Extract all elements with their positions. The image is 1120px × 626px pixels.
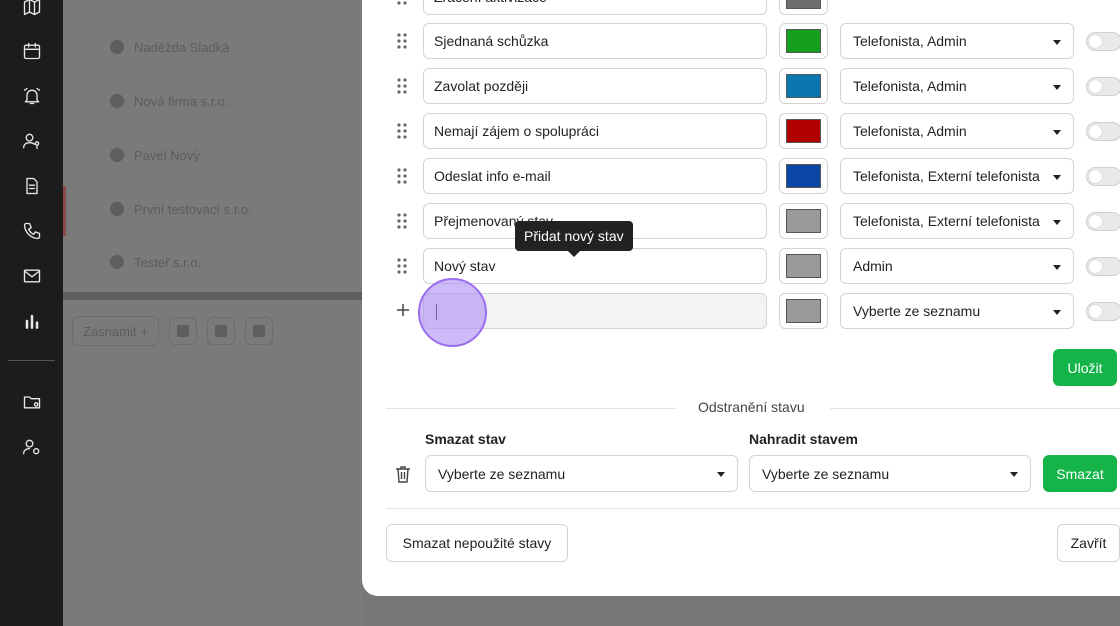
state-name-input[interactable] [423,113,767,149]
state-row: Telefonista, Externí telefonista [362,158,1120,194]
chevron-down-icon [1053,40,1061,45]
background-row: Nová firma s.r.o. [110,91,229,111]
background-tool-icon [169,317,198,345]
delete-state-label: Smazat stav [425,431,506,447]
calendar-icon[interactable] [20,39,44,63]
chevron-down-icon [1010,472,1018,477]
trash-icon [395,465,411,483]
drag-handle-icon[interactable] [397,168,407,184]
removal-section-title: Odstranění stavu [698,399,805,415]
background-scrollbar [63,292,363,300]
state-toggle[interactable] [1086,122,1120,141]
mail-icon[interactable] [20,264,44,288]
background-tool-icon [245,317,274,345]
chevron-down-icon [1053,310,1061,315]
bar-chart-icon[interactable] [20,309,44,333]
state-row: Telefonista, Admin [362,113,1120,149]
state-color-picker[interactable] [779,248,828,284]
user-settings-icon[interactable] [20,435,44,459]
state-name-input[interactable] [423,68,767,104]
state-color-picker[interactable] [779,68,828,104]
drag-handle-icon[interactable] [397,213,407,229]
state-color-picker[interactable] [779,158,828,194]
state-color-picker[interactable] [779,293,828,329]
state-row: Telefonista, Admin [362,23,1120,59]
state-color-picker[interactable] [779,0,828,15]
map-icon[interactable] [20,0,44,19]
state-row: Admin [362,248,1120,284]
state-color-picker[interactable] [779,23,828,59]
app-sidebar [0,0,63,626]
drag-handle-icon[interactable] [397,78,407,94]
state-toggle[interactable] [1086,167,1120,186]
state-row: Telefonista, Externí telefonista [362,203,1120,239]
chevron-down-icon [1053,265,1061,270]
drag-handle-icon[interactable] [397,33,407,49]
background-tool-icon [207,317,236,345]
delete-state-button[interactable]: Smazat [1043,455,1117,492]
chevron-down-icon [717,472,725,477]
state-color-picker[interactable] [779,113,828,149]
section-divider [830,408,1120,409]
state-roles-select[interactable]: Telefonista, Admin [840,113,1074,149]
state-roles-select[interactable]: Vyberte ze seznamu [840,293,1074,329]
add-state-tooltip: Přidat nový stav [515,221,633,257]
state-row-partial [362,0,1120,15]
save-button[interactable]: Uložit [1053,349,1117,386]
alarm-bell-icon[interactable] [20,84,44,108]
state-color-picker[interactable] [779,203,828,239]
state-row: Telefonista, Admin [362,68,1120,104]
background-row: Testeř s.r.o. [110,252,201,272]
drag-handle-icon[interactable] [397,0,407,5]
add-state-icon[interactable] [395,302,411,318]
document-icon[interactable] [20,174,44,198]
replace-state-label: Nahradit stavem [749,431,858,447]
drag-handle-icon[interactable] [397,258,407,274]
state-roles-select[interactable]: Telefonista, Externí telefonista [840,158,1074,194]
chevron-down-icon [1053,175,1061,180]
delete-unused-states-button[interactable]: Smazat nepoužité stavy [386,524,568,562]
background-row: Pavel Nový [110,145,200,165]
click-indicator [418,278,487,347]
state-toggle[interactable] [1086,257,1120,276]
delete-state-select[interactable]: Vyberte ze seznamu [425,455,738,492]
state-toggle[interactable] [1086,32,1120,51]
state-roles-select[interactable]: Telefonista, Externí telefonista [840,203,1074,239]
state-name-input[interactable] [423,0,767,15]
state-toggle[interactable] [1086,77,1120,96]
phone-icon[interactable] [20,219,44,243]
section-divider [386,408,676,409]
chevron-down-icon [1053,220,1061,225]
chevron-down-icon [1053,85,1061,90]
state-name-input[interactable] [423,23,767,59]
state-name-input[interactable] [423,248,767,284]
user-key-icon[interactable] [20,129,44,153]
folder-settings-icon[interactable] [20,390,44,414]
background-row: První testovací s.r.o. [110,199,252,219]
state-name-input[interactable] [423,158,767,194]
footer-divider [386,508,1120,509]
close-button[interactable]: Zavřít [1057,524,1120,562]
background-selected-marker [63,186,66,236]
drag-handle-icon[interactable] [397,123,407,139]
state-roles-select[interactable]: Telefonista, Admin [840,23,1074,59]
state-toggle[interactable] [1086,302,1120,321]
state-roles-select[interactable]: Admin [840,248,1074,284]
sidebar-divider [8,360,55,361]
chevron-down-icon [1053,130,1061,135]
background-toolbar: Zasnamit + [72,316,274,346]
state-toggle[interactable] [1086,212,1120,231]
replace-state-select[interactable]: Vyberte ze seznamu [749,455,1031,492]
state-roles-select[interactable]: Telefonista, Admin [840,68,1074,104]
background-row: Naděžda Sladká [110,37,229,57]
background-toolbar-button: Zasnamit + [72,316,160,346]
